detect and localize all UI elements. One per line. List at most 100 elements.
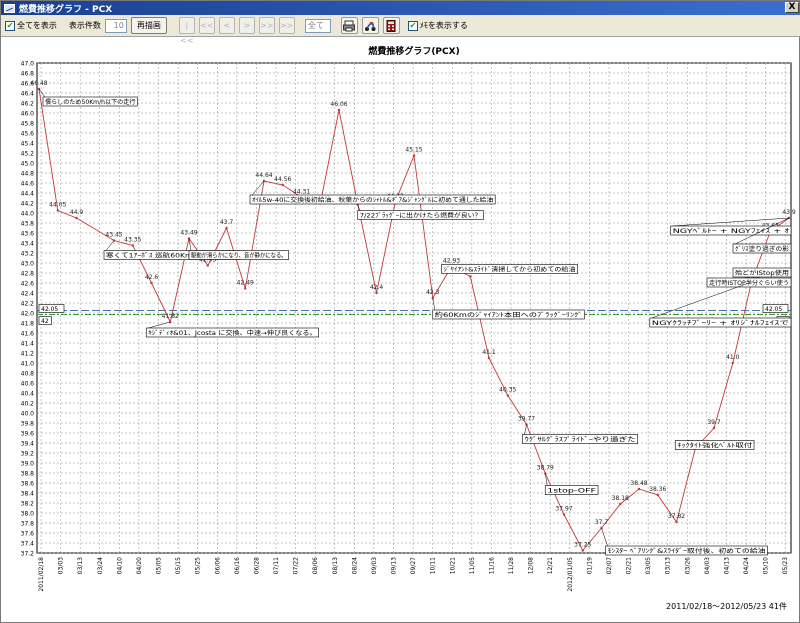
filter-select[interactable]: 全て [304, 18, 331, 33]
point-value-label: 38.79 [537, 465, 554, 472]
nav-prev-page-button[interactable]: << [198, 17, 215, 34]
y-tick-label: 41.8 [21, 321, 35, 328]
y-tick-label: 42.6 [21, 281, 35, 288]
point-value-label: 37.25 [574, 542, 591, 549]
annotation-text: ﾓﾝｽﾀｰ ﾍﾞｱﾘﾝｸﾞ&ｽﾗｲﾀﾞｰ取付後、初めての給油 [608, 547, 766, 555]
x-tick-label: 05/23 [782, 557, 789, 574]
y-tick-label: 39.4 [21, 441, 35, 448]
y-tick-label: 47.0 [21, 61, 35, 68]
point-value-label: 43.35 [124, 237, 141, 244]
annotation-text: ｳｸﾞｻﾙｸﾞﾗｽﾌﾟﾗｲﾄﾞｰやり過ぎた [525, 436, 636, 444]
point-value-label: 44.9 [70, 209, 84, 216]
display-count-input[interactable]: 10 [104, 18, 127, 33]
point-value-label: 40.35 [499, 387, 516, 394]
y-tick-label: 40.2 [21, 401, 35, 408]
printer-icon [343, 20, 356, 31]
data-point [619, 502, 622, 506]
y-tick-label: 44.2 [21, 201, 35, 208]
point-value-label: 39.77 [518, 416, 535, 423]
point-value-label: 44.05 [49, 202, 66, 209]
check-icon: ✔ [407, 20, 418, 31]
data-point [225, 226, 228, 230]
nav-last-button[interactable]: >>| [278, 17, 296, 34]
plot-area [36, 62, 792, 554]
y-tick-label: 43.4 [21, 241, 35, 248]
annotation-text: ｷｼﾞﾃﾞｨｵ&01、Jcosta に交換、中速→伸び良くなる。 [148, 329, 316, 337]
nav-next-page-button[interactable]: >> [258, 17, 275, 34]
x-tick-label: 04/20 [136, 557, 143, 574]
y-tick-label: 38.6 [21, 481, 35, 488]
y-tick-label: 45.6 [21, 131, 35, 138]
print-button[interactable] [340, 17, 358, 34]
nav-prev-button[interactable]: < [218, 17, 235, 34]
x-tick-label: 04/03 [704, 557, 711, 574]
window-title: 燃費推移グラフ - PCX [19, 4, 113, 15]
data-point [675, 520, 678, 524]
annotation-text: 駆動が滑らかになり、音が静かになる。 [191, 252, 287, 260]
data-point [131, 244, 134, 247]
annotation-text: 慣らしのため50Km/h以下の走行 [45, 98, 135, 106]
calculator-button[interactable] [382, 17, 400, 34]
annotation-text: 1stop-OFF [547, 488, 596, 495]
x-tick-label: 11/05 [469, 557, 476, 574]
close-button[interactable]: X [785, 2, 799, 13]
annotation-text: ｷｯｸﾀｲﾄ強化ﾍﾞﾙﾄ取付 [677, 442, 752, 450]
y-tick-label: 44.6 [21, 181, 35, 188]
point-value-label: 38.18 [612, 495, 629, 502]
show-all-checkbox[interactable]: ✔ 全てを表示 [5, 20, 57, 31]
y-tick-label: 46.2 [21, 101, 35, 108]
x-tick-label: 03/03 [58, 557, 65, 574]
y-tick-label: 42.4 [21, 291, 35, 298]
y-tick-label: 45.0 [21, 161, 35, 168]
y-tick-label: 43.0 [21, 261, 35, 268]
calculator-icon [386, 19, 396, 32]
x-tick-label: 04/10 [116, 557, 123, 574]
annotation-text: ｸﾞﾘｽ塗り過ぎの影 [735, 245, 789, 253]
application-window: 燃費推移グラフ - PCX X ✔ 全てを表示 表示件数 10 再描画 |<< … [0, 0, 800, 623]
data-point [337, 108, 341, 112]
y-tick-label: 37.4 [21, 541, 35, 548]
toolbar: ✔ 全てを表示 表示件数 10 再描画 |<< << < > >> >>| 全て… [1, 15, 800, 45]
data-point [731, 361, 734, 365]
x-tick-label: 08/24 [351, 557, 358, 574]
data-point [375, 291, 378, 295]
x-tick-label: 07/22 [293, 557, 300, 574]
data-point [506, 394, 509, 397]
x-tick-label: 03/13 [665, 557, 672, 574]
point-value-label: 37.7 [595, 519, 609, 526]
y-tick-label: 44.0 [21, 211, 35, 218]
point-value-label: 38.36 [649, 486, 666, 493]
data-point [637, 487, 641, 491]
point-value-label: 39.7 [707, 419, 721, 426]
vehicle-button[interactable] [361, 17, 379, 34]
x-tick-label: 10/21 [449, 557, 456, 574]
y-tick-label: 39.0 [21, 461, 35, 468]
x-tick-label: 09/13 [391, 557, 398, 574]
nav-next-button[interactable]: > [238, 17, 255, 34]
fuel-economy-chart: 燃費推移グラフ(PCX)47.046.846.646.446.246.045.8… [21, 45, 796, 592]
y-tick-label: 44.8 [21, 171, 35, 178]
x-tick-label: 01/19 [586, 557, 593, 574]
y-tick-label: 41.6 [21, 331, 35, 338]
show-notes-checkbox[interactable]: ✔ ﾒﾓを表示する [407, 20, 468, 31]
x-tick-label: 06/06 [214, 557, 221, 574]
x-tick-label: 09/03 [371, 557, 378, 574]
x-tick-label: 02/21 [626, 557, 633, 574]
annotation-text: 7/22ﾌﾞﾗｯｸﾞｰに出かけたら燃費が良い？ [360, 212, 482, 220]
point-value-label: 42.93 [443, 258, 460, 265]
chart-app-icon [4, 3, 15, 13]
x-tick-label: 05/15 [175, 557, 182, 574]
display-count-label: 表示件数 [68, 21, 101, 30]
redraw-button[interactable]: 再描画 [130, 17, 167, 34]
y-tick-label: 46.0 [21, 111, 35, 118]
x-tick-label: 03/13 [77, 557, 84, 574]
y-tick-label: 39.2 [21, 451, 35, 458]
y-tick-label: 41.4 [21, 341, 35, 348]
show-notes-label: ﾒﾓを表示する [419, 21, 468, 30]
nav-first-button[interactable]: |<< [178, 17, 195, 45]
y-tick-label: 41.2 [21, 351, 35, 358]
x-tick-label: 03/24 [97, 557, 104, 574]
data-point [244, 287, 247, 290]
point-value-label: 43.9 [782, 209, 796, 216]
x-tick-label: 06/28 [253, 557, 260, 574]
